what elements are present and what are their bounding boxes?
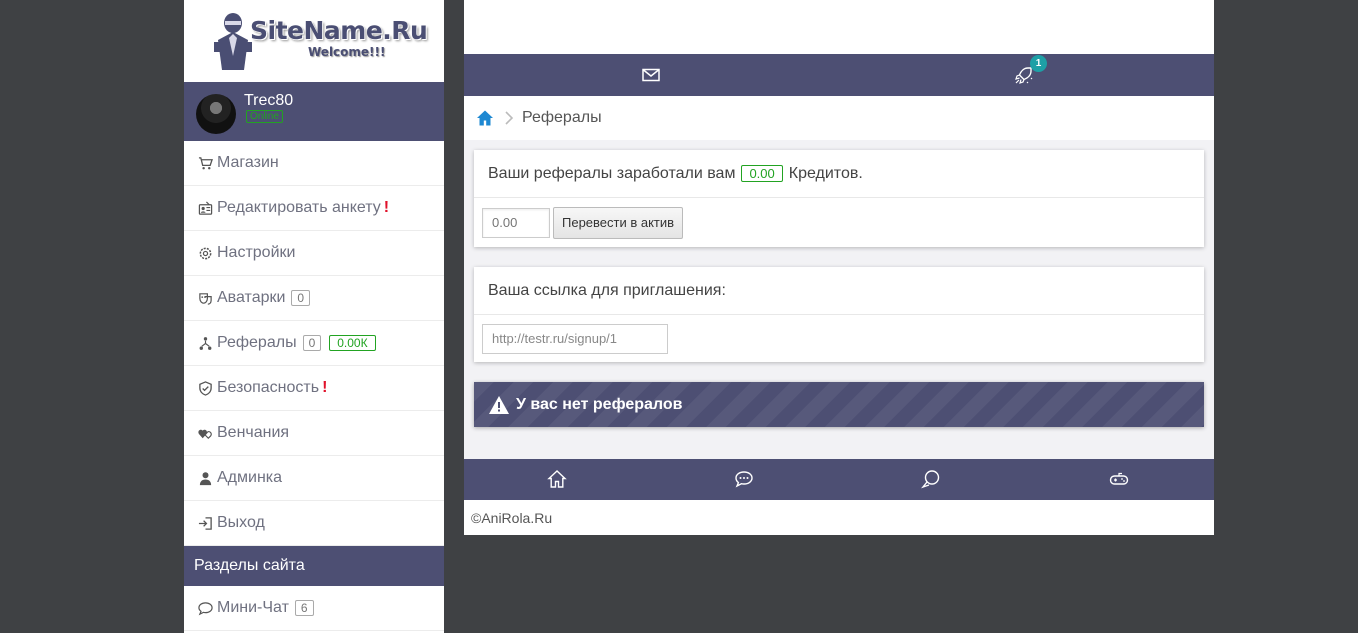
transfer-row: Перевести в актив [474, 198, 1204, 247]
menu-item-label: Аватарки [217, 289, 286, 306]
invite-link-field[interactable] [482, 323, 668, 354]
home-icon[interactable] [476, 109, 494, 127]
earnings-unit: Кредитов. [788, 164, 863, 182]
invite-row [474, 315, 1204, 362]
breadcrumb: Рефералы [464, 96, 1214, 140]
no-referrals-alert: У вас нет рефералов [474, 382, 1204, 427]
chevron-right-icon [504, 110, 514, 126]
menu-item-mini-chat[interactable]: Мини-Чат 6 [184, 586, 444, 631]
menu-item-label: Безопасность [217, 379, 320, 396]
count-badge: 0 [302, 335, 322, 351]
profile-edit-icon [197, 200, 213, 216]
menu-item-label: Выход [217, 514, 265, 531]
menu-item-avatars[interactable]: Аватарки 0 [184, 276, 444, 321]
credits-badge: 0.00К [329, 335, 376, 351]
admin-icon [197, 470, 213, 486]
menu-item-weddings[interactable]: Венчания [184, 411, 444, 456]
footer: ©AniRola.Ru [464, 500, 1214, 535]
alert-text: У вас нет рефералов [516, 395, 683, 413]
menu-item-shop[interactable]: Магазин [184, 141, 444, 186]
chat-bubble-icon[interactable] [734, 469, 754, 489]
alert-mark: ! [322, 379, 328, 396]
cart-icon [197, 155, 213, 171]
menu-item-label: Мини-Чат [217, 599, 289, 616]
transfer-button[interactable]: Перевести в актив [553, 206, 684, 239]
alert-mark: ! [383, 199, 390, 216]
bottom-nav [464, 459, 1214, 500]
chat-icon [197, 600, 213, 616]
footer-copyright: ©AniRola.Ru [471, 510, 553, 526]
menu-item-label: Настройки [217, 244, 296, 261]
avatar[interactable] [196, 94, 236, 134]
referrals-icon [197, 335, 213, 351]
top-nav: 1 [464, 54, 1214, 96]
breadcrumb-current: Рефералы [522, 109, 602, 126]
menu-item-settings[interactable]: Настройки [184, 231, 444, 276]
site-logo[interactable]: SiteName.Ru Welcome!!! [184, 0, 444, 82]
mascot-icon [214, 13, 252, 70]
site-subtitle: Welcome!!! [308, 45, 386, 59]
sidebar: SiteName.Ru Welcome!!! Trec80 Online Маг… [184, 0, 444, 633]
transfer-amount-input[interactable] [482, 207, 550, 238]
user-panel: Trec80 Online [184, 82, 444, 141]
count-badge: 6 [294, 600, 314, 616]
top-banner [464, 0, 1214, 54]
shield-icon [197, 380, 213, 396]
menu-item-label: Редактировать анкету [217, 199, 381, 216]
mail-icon[interactable] [641, 65, 661, 85]
warning-icon [488, 395, 510, 415]
count-badge: 0 [291, 290, 311, 306]
gamepad-icon[interactable] [1109, 469, 1129, 489]
menu-item-referrals[interactable]: Рефералы 0 0.00К [184, 321, 444, 366]
menu-item-label: Магазин [217, 154, 279, 171]
main-content: 1 Рефералы Ваши рефералы заработали вам … [464, 0, 1214, 535]
earnings-text: Ваши рефералы заработали вам [488, 164, 736, 182]
menu-item-admin[interactable]: Админка [184, 456, 444, 501]
earnings-amount-badge: 0.00 [741, 165, 783, 182]
menu-item-edit-profile[interactable]: Редактировать анкету ! [184, 186, 444, 231]
user-name[interactable]: Trec80 [244, 92, 293, 110]
menu-item-security[interactable]: Безопасность ! [184, 366, 444, 411]
menu-item-label: Админка [217, 469, 283, 486]
menu-item-logout[interactable]: Выход [184, 501, 444, 546]
status-badge: Online [246, 110, 283, 123]
menu-item-label: Рефералы [217, 334, 297, 351]
home-icon[interactable] [547, 469, 567, 489]
hearts-icon [197, 425, 213, 441]
menu-item-label: Венчания [217, 424, 290, 441]
invite-card: Ваша ссылка для приглашения: [474, 267, 1204, 362]
sections-header: Разделы сайта [184, 546, 444, 586]
gear-icon [197, 245, 213, 261]
avatars-icon [197, 290, 213, 306]
site-title: SiteName.Ru [250, 16, 428, 45]
logout-icon [197, 515, 213, 531]
notification-badge[interactable]: 1 [1030, 55, 1047, 72]
earnings-header: Ваши рефералы заработали вам 0.00 Кредит… [474, 150, 1204, 198]
content-area: Ваши рефералы заработали вам 0.00 Кредит… [464, 140, 1214, 459]
comments-icon[interactable] [921, 469, 941, 489]
earnings-card: Ваши рефералы заработали вам 0.00 Кредит… [474, 150, 1204, 247]
invite-title: Ваша ссылка для приглашения: [474, 267, 1204, 315]
